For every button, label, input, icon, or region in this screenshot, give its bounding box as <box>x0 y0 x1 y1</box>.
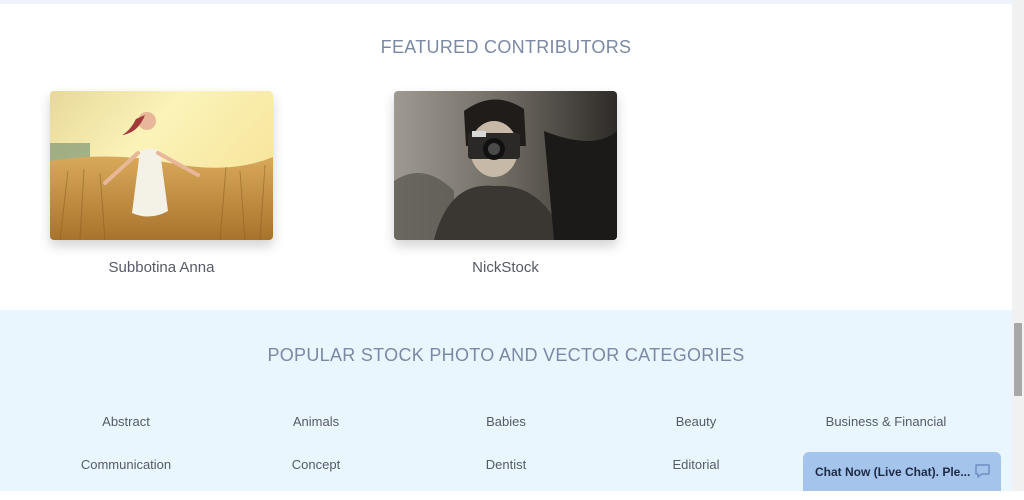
category-link-editorial[interactable]: Editorial <box>601 457 791 500</box>
contributor-name[interactable]: NickStock <box>354 259 657 276</box>
contributor-photo[interactable] <box>394 91 617 240</box>
featured-contributors-section: FEATURED CONTRIBUTORS Subbotina Anna Nic… <box>0 4 1012 310</box>
popular-categories-title: POPULAR STOCK PHOTO AND VECTOR CATEGORIE… <box>267 345 745 365</box>
category-row: Abstract Animals Babies Beauty Business … <box>31 414 981 457</box>
category-link-communication[interactable]: Communication <box>31 457 221 500</box>
category-link-beauty[interactable]: Beauty <box>601 414 791 457</box>
category-link-dentist[interactable]: Dentist <box>411 457 601 500</box>
category-link-abstract[interactable]: Abstract <box>31 414 221 457</box>
live-chat-label: Chat Now (Live Chat). Ple... <box>815 464 971 479</box>
scrollbar-thumb[interactable] <box>1014 323 1022 396</box>
chat-bubble-icon <box>974 463 991 484</box>
category-link-babies[interactable]: Babies <box>411 414 601 457</box>
contributor-card[interactable]: NickStock <box>394 91 617 276</box>
contributor-card[interactable]: Subbotina Anna <box>50 91 273 276</box>
category-link-concept[interactable]: Concept <box>221 457 411 500</box>
contributor-name[interactable]: Subbotina Anna <box>10 259 313 276</box>
contributor-photo[interactable] <box>50 91 273 240</box>
category-link-animals[interactable]: Animals <box>221 414 411 457</box>
featured-contributors-title: FEATURED CONTRIBUTORS <box>380 37 632 57</box>
live-chat-button[interactable]: Chat Now (Live Chat). Ple... <box>803 452 1001 491</box>
page-scrollbar[interactable] <box>1012 0 1024 491</box>
category-link-business-financial[interactable]: Business & Financial <box>791 414 981 457</box>
